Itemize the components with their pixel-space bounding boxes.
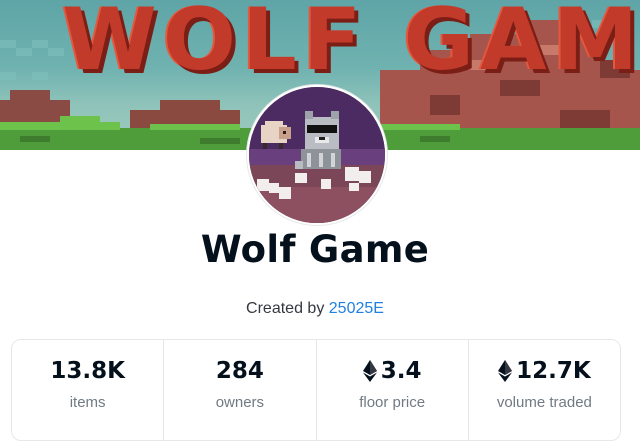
stat-label: items (69, 394, 106, 411)
ethereum-icon (498, 360, 513, 382)
creator-line: Created by 25025E (0, 300, 630, 318)
stat-label: floor price (359, 394, 426, 411)
stat-items[interactable]: 13.8K items (12, 340, 165, 440)
stat-value: 3.4 (362, 358, 422, 384)
collection-title: Wolf Game (200, 228, 430, 271)
collection-avatar (247, 85, 387, 225)
stat-floor-price[interactable]: 3.4 floor price (317, 340, 469, 440)
stat-number: 12.7K (516, 358, 591, 384)
stat-label: owners (215, 394, 265, 411)
stat-value: 13.8K (50, 358, 125, 384)
collection-stats: 13.8K items 284 owners 3.4 floor price 1 (11, 339, 621, 441)
stat-volume-traded[interactable]: 12.7K volume traded (469, 340, 620, 440)
stat-owners[interactable]: 284 owners (164, 340, 317, 440)
banner-title: WOLF GAME (62, 0, 640, 90)
stat-number: 13.8K (50, 358, 125, 384)
stat-label: volume traded (496, 394, 592, 411)
wolf-pixel-avatar (249, 87, 385, 223)
creator-link[interactable]: 25025E (329, 300, 384, 317)
created-by-label: Created by (246, 300, 325, 317)
stat-value: 284 (216, 358, 264, 384)
stat-number: 3.4 (380, 358, 422, 384)
stat-number: 284 (215, 358, 264, 384)
ethereum-icon (362, 360, 377, 382)
stat-value: 12.7K (498, 358, 591, 384)
